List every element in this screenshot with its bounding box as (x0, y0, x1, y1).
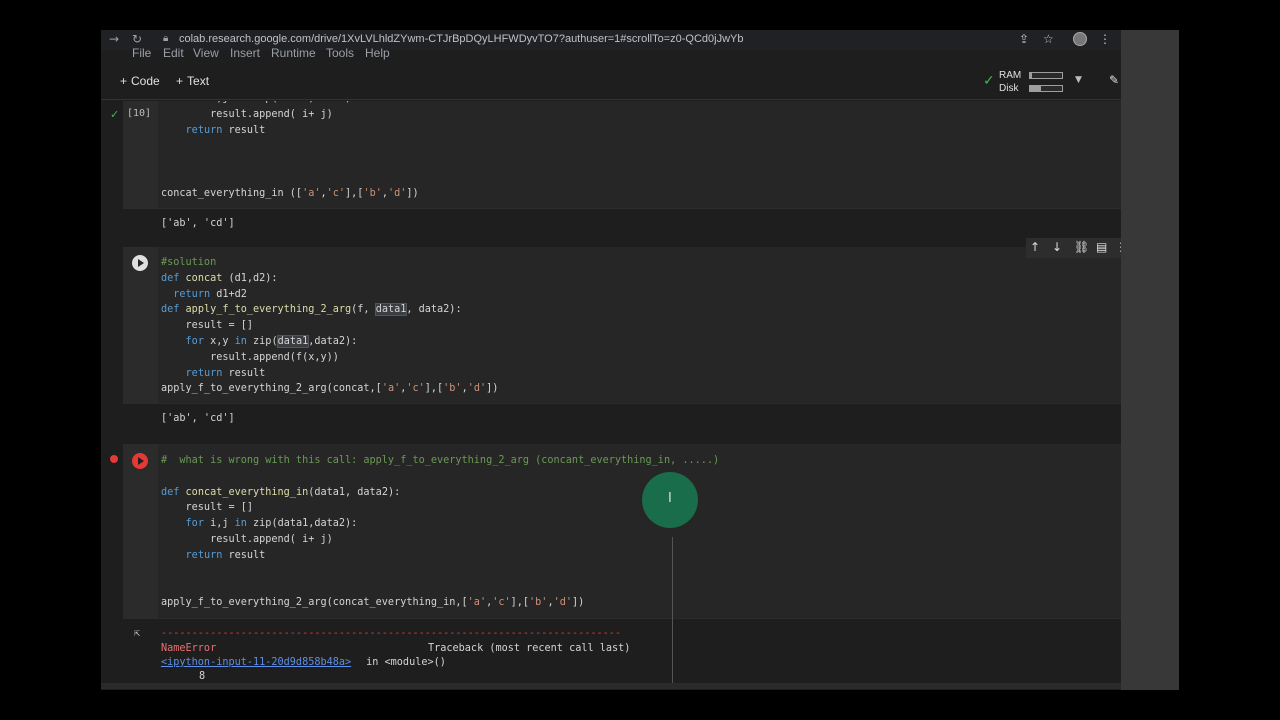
star-icon[interactable]: ☆ (1043, 32, 1054, 46)
pencil-icon[interactable]: ✎ (1109, 73, 1119, 87)
menu-file[interactable]: File (132, 46, 151, 60)
code-text[interactable]: for i,j in zip(data1,data2): result.appe… (161, 101, 419, 202)
forward-icon[interactable]: → (109, 32, 119, 46)
output-text: ['ab', 'cd'] (161, 218, 235, 229)
run-icon[interactable] (132, 255, 148, 271)
horizontal-scrollbar[interactable] (101, 683, 1121, 689)
cell-output: ⇱ --------------------------------------… (123, 618, 1121, 690)
arrow-down-icon[interactable]: ↓ (1052, 240, 1062, 254)
error-icon (110, 455, 118, 463)
chevron-down-icon[interactable]: ▼ (1075, 75, 1082, 85)
traceback-header: Traceback (most recent call last) (428, 643, 631, 654)
arrow-up-icon[interactable]: ↑ (1030, 240, 1040, 254)
plus-icon: + (120, 74, 128, 88)
traceback-line-number: 8 (199, 671, 206, 682)
output-icon[interactable]: ⇱ (134, 628, 140, 639)
traceback-module: in <module>() (360, 657, 446, 668)
cell-output: ['ab', 'cd'] (123, 403, 1121, 434)
share-icon[interactable]: ⇪ (1019, 32, 1029, 46)
execution-count: [10] (127, 108, 152, 119)
menu-help[interactable]: Help (365, 46, 390, 60)
cell-output: ['ab', 'cd'] (123, 208, 1121, 237)
avatar[interactable] (1073, 32, 1087, 46)
plus-icon: + (176, 74, 184, 88)
code-text[interactable]: #solution def concat (d1,d2): return d1+… (161, 255, 498, 397)
add-text-label: Text (187, 74, 210, 88)
menu-view[interactable]: View (193, 46, 219, 60)
code-text[interactable]: # what is wrong with this call: apply_f_… (161, 453, 719, 611)
output-text: ['ab', 'cd'] (161, 413, 235, 424)
link-icon[interactable]: ⛓ (1074, 240, 1089, 254)
url-field[interactable]: colab.research.google.com/drive/1XvLVLhl… (179, 33, 743, 45)
menu-runtime[interactable]: Runtime (271, 46, 316, 60)
notebook: [10] for i,j in zip(data1,data2): result… (101, 101, 1121, 690)
error-name: NameError (161, 643, 217, 654)
code-editor[interactable]: [10] for i,j in zip(data1,data2): result… (123, 101, 1121, 208)
cell-gutter (123, 444, 158, 618)
run-icon[interactable] (132, 453, 148, 469)
ram-label: RAM (999, 70, 1022, 81)
add-code-label: Code (131, 74, 160, 88)
code-editor[interactable]: # what is wrong with this call: apply_f_… (123, 444, 1121, 618)
disk-bar (1029, 85, 1063, 92)
reload-icon[interactable]: ↻ (132, 32, 142, 46)
check-icon: ✓ (983, 73, 995, 89)
notebook-toolbar: + Code + Text ✓ RAM Disk ▼ ✎ (101, 64, 1121, 100)
ram-bar-fill (1030, 73, 1032, 78)
more-icon[interactable]: ⋮ (1115, 240, 1121, 254)
ram-bar (1029, 72, 1063, 79)
comment-icon[interactable]: ▤ (1096, 240, 1107, 254)
menu-bar: File Edit View Insert Runtime Tools Help (101, 46, 1121, 60)
check-icon: ✓ (110, 108, 120, 121)
traceback-dashes: ----------------------------------------… (161, 628, 622, 639)
lock-icon[interactable]: 🔒︎ (163, 33, 168, 44)
menu-dots-icon[interactable]: ⋮ (1099, 32, 1111, 46)
menu-tools[interactable]: Tools (326, 46, 354, 60)
divider (672, 537, 673, 689)
disk-label: Disk (999, 83, 1019, 94)
add-code-button[interactable]: + Code (120, 74, 160, 88)
add-text-button[interactable]: + Text (176, 74, 209, 88)
menu-insert[interactable]: Insert (230, 46, 260, 60)
code-editor[interactable]: #solution def concat (d1,d2): return d1+… (123, 247, 1121, 403)
disk-bar-fill (1030, 86, 1042, 91)
menu-edit[interactable]: Edit (163, 46, 184, 60)
screen: → ↻ 🔒︎ colab.research.google.com/drive/1… (101, 30, 1179, 690)
text-cursor-icon: I (668, 491, 672, 506)
colab-window: → ↻ 🔒︎ colab.research.google.com/drive/1… (101, 30, 1121, 690)
cell-toolbar: ↑ ↓ ⛓ ▤ ⋮ (1026, 238, 1121, 258)
resource-monitor[interactable]: ✓ RAM Disk ▼ (981, 68, 1101, 96)
traceback-link[interactable]: <ipython-input-11-20d9d858b48a> (161, 657, 351, 668)
